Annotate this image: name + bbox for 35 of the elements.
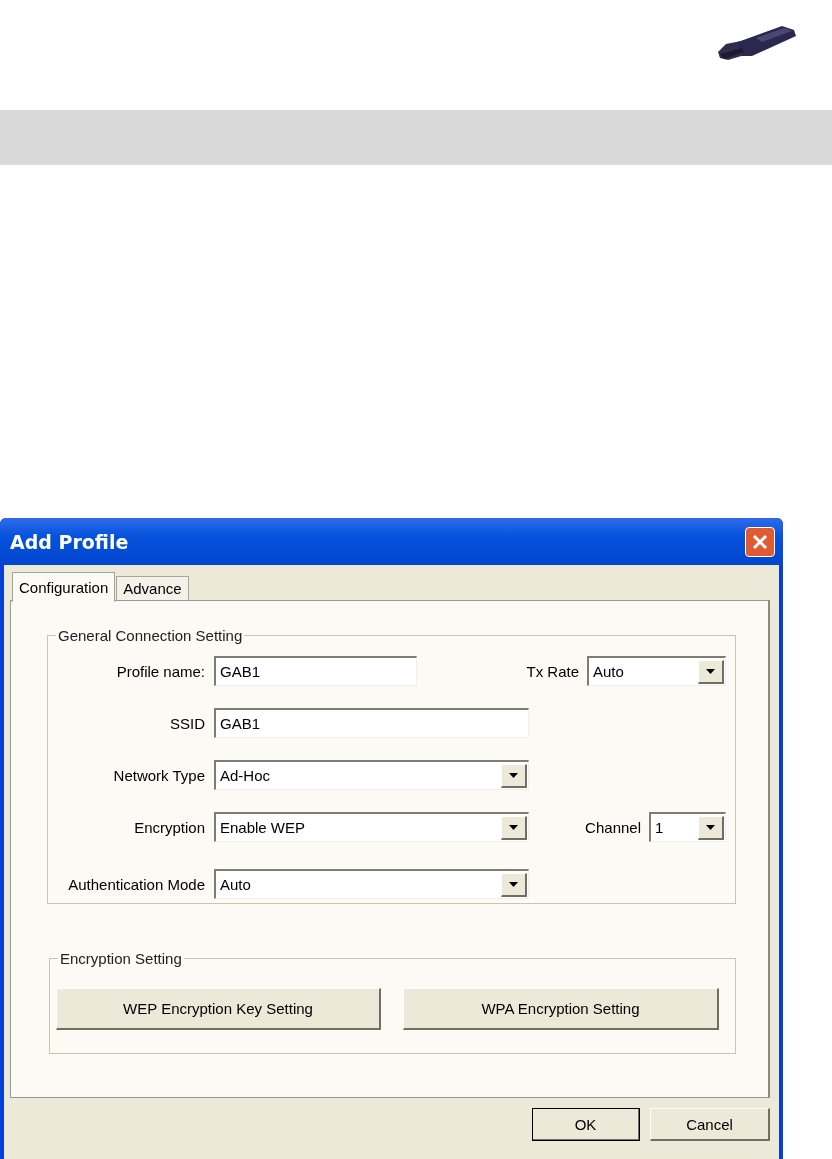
dropdown[interactable]: Enable WEP	[214, 812, 529, 842]
input-field[interactable]: GAB1	[214, 708, 529, 738]
field-label: Channel	[585, 818, 641, 836]
caret-icon	[509, 772, 518, 778]
dropdown-button[interactable]	[501, 763, 527, 788]
dropdown-button[interactable]	[698, 815, 724, 840]
field-label: Authentication Mode	[67, 875, 205, 893]
dropdown[interactable]: Auto	[214, 869, 529, 899]
cancel-button[interactable]: Cancel	[650, 1108, 770, 1141]
dropdown[interactable]: Ad-Hoc	[214, 760, 529, 790]
dropdown[interactable]: 1	[649, 812, 726, 842]
caret-icon	[706, 668, 715, 674]
field-label: Network Type	[112, 766, 205, 784]
close-icon	[752, 533, 768, 550]
settings-button[interactable]: WEP Encryption Key Setting	[56, 988, 381, 1030]
settings-button[interactable]: WPA Encryption Setting	[403, 988, 719, 1030]
tab[interactable]: Advance	[116, 576, 189, 600]
caret-icon	[509, 824, 518, 830]
caret-icon	[509, 881, 518, 887]
group-title: General Connection Setting	[57, 627, 244, 644]
field-label: Profile name:	[115, 662, 205, 680]
dropdown-button[interactable]	[698, 659, 724, 684]
field-label: Tx Rate	[526, 662, 579, 680]
caret-icon	[706, 824, 715, 830]
dropdown-button[interactable]	[501, 815, 527, 840]
window-title: Add Profile	[9, 530, 130, 553]
field-label: Encryption	[133, 818, 205, 836]
tab[interactable]: Configuration	[12, 572, 116, 602]
ok-button[interactable]: OK	[532, 1108, 640, 1141]
dropdown[interactable]: Auto	[587, 656, 726, 686]
group-title: Encryption Setting	[59, 950, 183, 967]
field-label: SSID	[169, 714, 205, 732]
close-button[interactable]	[745, 526, 775, 557]
dropdown-button[interactable]	[501, 872, 527, 897]
input-field[interactable]: GAB1	[214, 656, 417, 686]
